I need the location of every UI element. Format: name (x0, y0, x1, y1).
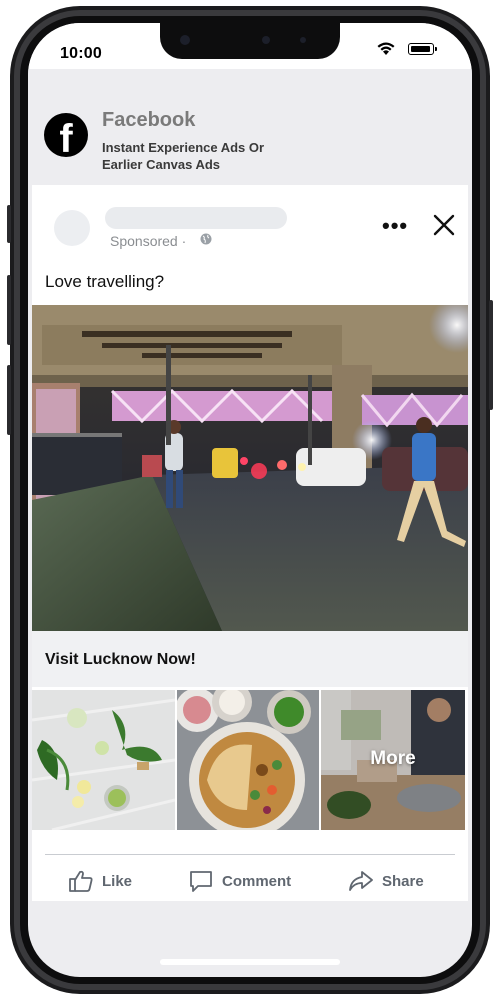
carousel-thumbnails: More (32, 687, 468, 833)
comment-label: Comment (222, 872, 292, 890)
status-bar: 10:00 (28, 23, 472, 69)
comment-icon (190, 871, 212, 892)
wifi-icon (377, 42, 395, 55)
ad-format-header: f Facebook Instant Experience Ads Or Ear… (28, 69, 472, 185)
sensor (300, 37, 306, 43)
share-label: Share (382, 872, 424, 890)
advertiser-avatar[interactable] (54, 210, 90, 246)
thumbnail-food-plate[interactable] (177, 690, 319, 830)
post-actions-bar: Like Comment Share (32, 857, 468, 901)
power-button (489, 300, 493, 410)
sponsored-post-card: Sponsored · ••• Love travelling? Visit L… (32, 185, 468, 901)
mute-switch (7, 205, 11, 243)
like-button[interactable]: Like (68, 867, 132, 895)
thumbnail-more[interactable]: More (321, 690, 465, 830)
thumbs-up-icon (69, 870, 93, 892)
notch (160, 23, 340, 59)
more-options-icon[interactable]: ••• (382, 213, 408, 239)
sponsored-label: Sponsored · (110, 233, 187, 249)
battery-icon (408, 43, 437, 55)
share-icon (349, 871, 373, 891)
globe-icon (200, 233, 212, 245)
actions-divider (45, 854, 455, 855)
post-text: Love travelling? (45, 272, 165, 291)
headline-band[interactable]: Visit Lucknow Now! (32, 631, 468, 687)
share-button[interactable]: Share (348, 867, 424, 895)
home-indicator[interactable] (160, 959, 340, 965)
status-time: 10:00 (60, 45, 102, 62)
format-subtitle: Instant Experience Ads Or Earlier Canvas… (102, 140, 265, 172)
like-label: Like (102, 872, 133, 890)
volume-down-button (7, 365, 11, 435)
front-camera (180, 35, 190, 45)
sensor (262, 36, 270, 44)
format-brand-title: Facebook (102, 109, 196, 131)
hero-image[interactable] (32, 305, 468, 631)
carousel-more-label: More (370, 748, 416, 769)
thumbnail-herbs[interactable] (32, 690, 175, 830)
phone-screen: 10:00 f Facebook Instant Experience Ads … (28, 23, 472, 977)
advertiser-name-placeholder[interactable] (105, 207, 287, 229)
ad-headline: Visit Lucknow Now! (45, 651, 196, 668)
comment-button[interactable]: Comment (188, 867, 291, 895)
close-icon[interactable] (432, 213, 456, 237)
volume-up-button (7, 275, 11, 345)
facebook-logo-icon: f (44, 113, 88, 161)
